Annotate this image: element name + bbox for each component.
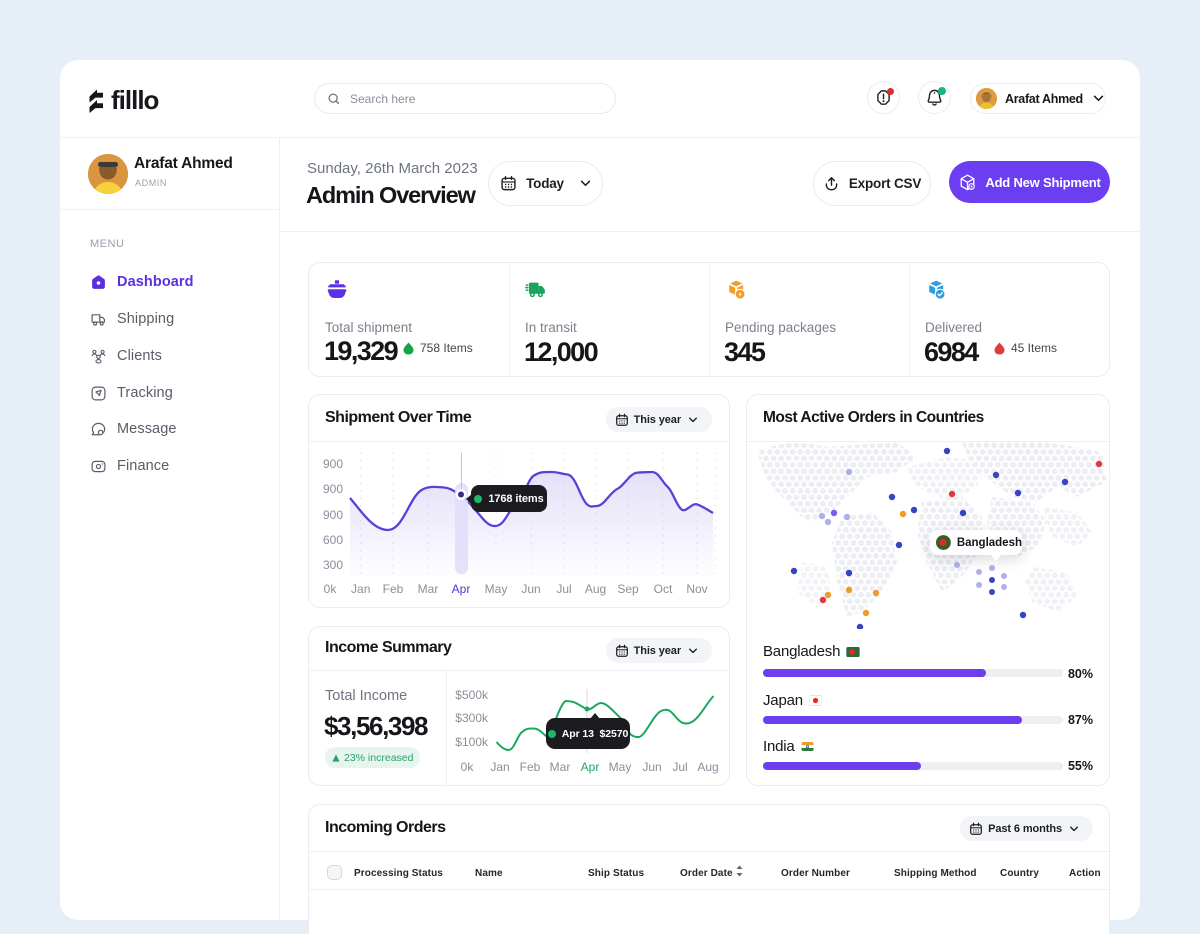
- svg-text:Mar: Mar: [550, 760, 571, 774]
- svg-text:Jun: Jun: [642, 760, 661, 774]
- svg-text:Jan: Jan: [351, 582, 370, 596]
- svg-text:Jan: Jan: [490, 760, 509, 774]
- svg-text:Feb: Feb: [520, 760, 541, 774]
- svg-text:0k: 0k: [461, 760, 475, 774]
- svg-text:Apr: Apr: [581, 760, 600, 774]
- svg-text:$100k: $100k: [455, 735, 489, 749]
- svg-text:Apr: Apr: [452, 582, 471, 596]
- svg-text:900: 900: [323, 508, 343, 522]
- svg-text:900: 900: [323, 457, 343, 471]
- svg-text:0k: 0k: [324, 582, 338, 596]
- svg-text:Jun: Jun: [521, 582, 540, 596]
- svg-text:$500k: $500k: [455, 688, 489, 702]
- svg-text:900: 900: [323, 482, 343, 496]
- svg-text:May: May: [485, 582, 508, 596]
- svg-text:Mar: Mar: [418, 582, 439, 596]
- svg-text:Oct: Oct: [654, 582, 673, 596]
- svg-text:Jul: Jul: [556, 582, 571, 596]
- svg-text:Aug: Aug: [585, 582, 606, 596]
- svg-text:Feb: Feb: [383, 582, 404, 596]
- svg-text:Jul: Jul: [672, 760, 687, 774]
- svg-text:May: May: [609, 760, 632, 774]
- svg-text:300: 300: [323, 558, 343, 572]
- svg-text:$300k: $300k: [455, 711, 489, 725]
- svg-text:Sep: Sep: [617, 582, 639, 596]
- svg-text:Aug: Aug: [697, 760, 718, 774]
- svg-text:600: 600: [323, 533, 343, 547]
- svg-text:Nov: Nov: [686, 582, 707, 596]
